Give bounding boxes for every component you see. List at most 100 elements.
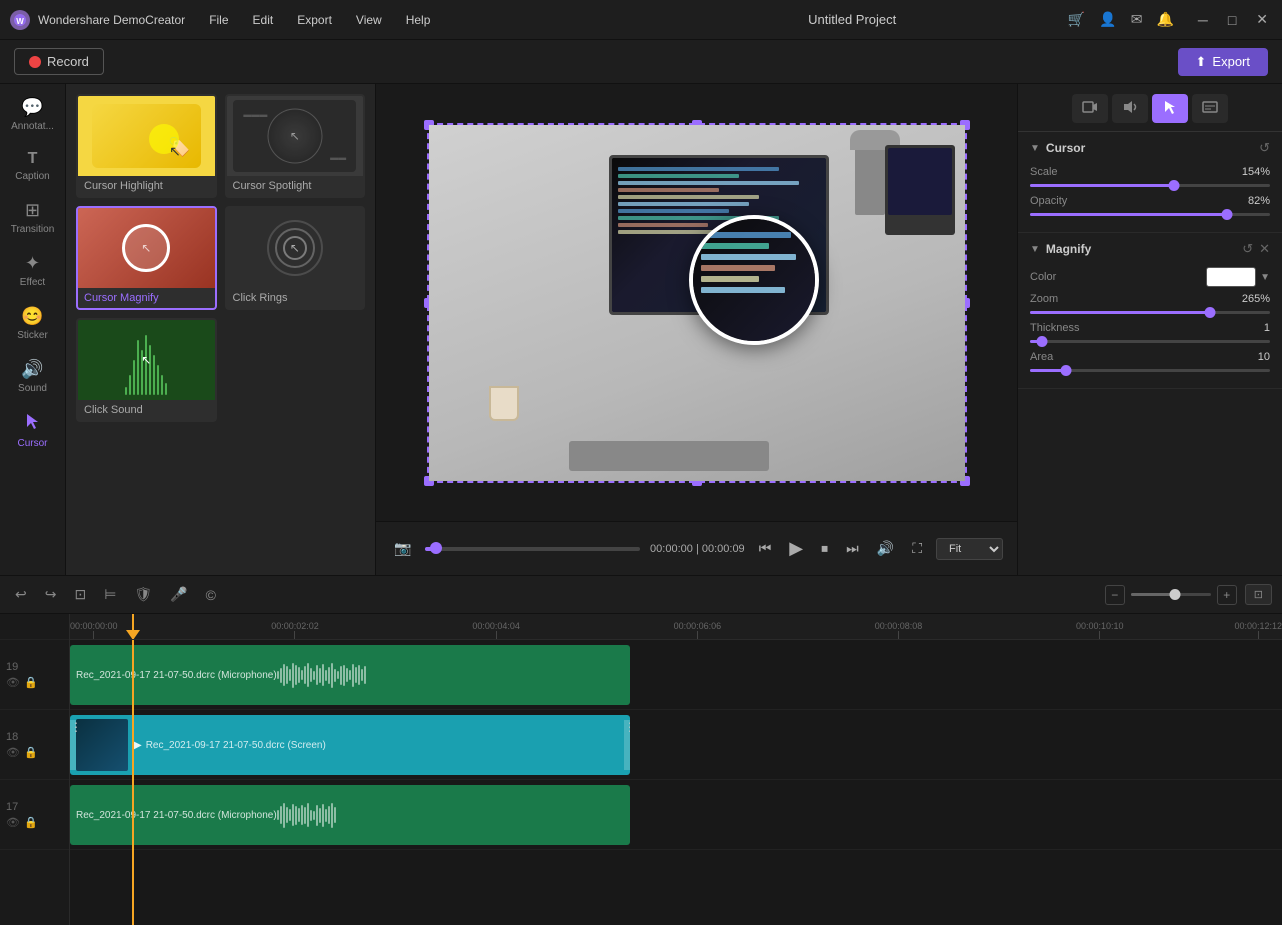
sidebar-item-effect[interactable]: ✦ Effect: [0, 245, 65, 296]
zoom-in-button[interactable]: +: [1217, 585, 1237, 605]
preview-controls: 📷 00:00:00 | 00:00:09 ⏮ ▶ ⏹ ⏭ 🔊 ⛶ Fit 50…: [376, 521, 1017, 575]
progress-handle[interactable]: [430, 542, 442, 554]
crop-button[interactable]: ⊡: [69, 583, 91, 606]
effect-click-sound[interactable]: ↖ Click Sound: [76, 318, 217, 422]
sidebar-item-caption[interactable]: T Caption: [0, 142, 65, 190]
rp-tab-caption[interactable]: [1192, 94, 1228, 123]
track-eye-icon-19[interactable]: 👁: [6, 676, 20, 689]
zoom-out-button[interactable]: −: [1105, 585, 1125, 605]
scale-thumb[interactable]: [1169, 180, 1180, 191]
thickness-thumb[interactable]: [1037, 336, 1048, 347]
magnify-reset-icon[interactable]: ↺: [1242, 241, 1253, 257]
sidebar-item-sound[interactable]: 🔊 Sound: [0, 351, 65, 402]
clip-video-18[interactable]: ⋮ ▶ Rec_2021-09-17 21-07-50.dcrc (Screen…: [70, 715, 630, 775]
cursor-title: Cursor: [1046, 141, 1085, 155]
opacity-slider[interactable]: [1030, 213, 1270, 216]
minimize-button[interactable]: ─: [1194, 10, 1212, 30]
rp-tab-audio[interactable]: [1112, 94, 1148, 123]
cursor-section-header: ▼ Cursor ↺: [1030, 140, 1270, 156]
cursor-magnify-thumb: ↖: [78, 208, 215, 288]
zoom-slider[interactable]: [1030, 311, 1270, 314]
split-button[interactable]: ⊨: [99, 583, 121, 606]
track-lock-icon-18[interactable]: 🔒: [24, 746, 38, 759]
clip-audio-17-label: Rec_2021-09-17 21-07-50.dcrc (Microphone…: [76, 810, 277, 821]
annotate-icon: 💬: [21, 97, 43, 118]
rp-tab-video[interactable]: [1072, 94, 1108, 123]
effects-grid: 🏷️ ↖ Cursor Highlight ↖: [76, 94, 365, 422]
thickness-label: Thickness: [1030, 322, 1080, 334]
track-label-18: 18 👁 🔒: [0, 710, 69, 780]
menu-view[interactable]: View: [352, 11, 386, 29]
shield-button[interactable]: 🛡: [129, 583, 157, 606]
cursor-collapse-arrow[interactable]: ▼: [1030, 143, 1040, 154]
track-lock-icon-19[interactable]: 🔒: [24, 676, 38, 689]
menu-edit[interactable]: Edit: [249, 11, 278, 29]
export-button[interactable]: ⬆ Export: [1178, 48, 1268, 76]
volume-button[interactable]: 🔊: [873, 536, 898, 561]
skip-forward-button[interactable]: ⏭: [842, 536, 863, 561]
color-dropdown-arrow[interactable]: ▼: [1260, 272, 1270, 283]
menu-export[interactable]: Export: [293, 11, 336, 29]
zoom-label: Zoom: [1030, 293, 1058, 305]
zoom-thumb[interactable]: [1205, 307, 1216, 318]
clip-audio-17[interactable]: Rec_2021-09-17 21-07-50.dcrc (Microphone…: [70, 785, 630, 845]
record-button[interactable]: Record: [14, 48, 104, 75]
sidebar-item-transition[interactable]: ⊞ Transition: [0, 192, 65, 243]
click-sound-thumb: ↖: [78, 320, 215, 400]
cursor-reset-icon[interactable]: ↺: [1259, 140, 1270, 156]
color-label: Color: [1030, 271, 1056, 283]
opacity-fill: [1030, 213, 1227, 216]
redo-button[interactable]: ↪: [40, 583, 62, 606]
effect-cursor-spotlight[interactable]: ↖ ▬▬▬ ▬▬ Cursor Spotlight: [225, 94, 366, 198]
menu-help[interactable]: Help: [402, 11, 435, 29]
scale-slider[interactable]: [1030, 184, 1270, 187]
screenshot-button[interactable]: 📷: [390, 536, 415, 561]
effect-click-rings[interactable]: ↖ Click Rings: [225, 206, 366, 310]
account-icon[interactable]: 👤: [1099, 11, 1116, 28]
effect-cursor-magnify[interactable]: ↖ Cursor Magnify: [76, 206, 217, 310]
opacity-thumb[interactable]: [1221, 209, 1232, 220]
svg-text:W: W: [16, 17, 24, 26]
thickness-slider[interactable]: [1030, 340, 1270, 343]
progress-bar[interactable]: [425, 547, 640, 551]
clip-resize-left-18[interactable]: ⋮: [70, 720, 76, 770]
track-eye-icon-17[interactable]: 👁: [6, 816, 20, 829]
clip-resize-right-18[interactable]: ⋮: [624, 720, 630, 770]
track-19: Rec_2021-09-17 21-07-50.dcrc (Microphone…: [70, 640, 1282, 710]
sidebar-item-cursor[interactable]: Cursor: [0, 404, 65, 457]
maximize-button[interactable]: □: [1224, 10, 1240, 30]
undo-button[interactable]: ↩: [10, 583, 32, 606]
copyright-button[interactable]: ©: [201, 584, 221, 606]
cart-icon[interactable]: 🛒: [1068, 11, 1085, 28]
fullscreen-button[interactable]: ⛶: [908, 536, 926, 561]
close-button[interactable]: ✕: [1252, 9, 1272, 30]
play-button[interactable]: ▶: [785, 534, 807, 563]
fit-select[interactable]: Fit 50% 100% 150%: [936, 538, 1003, 560]
sidebar-item-annotate[interactable]: 💬 Annotat...: [0, 89, 65, 140]
track-lock-icon-17[interactable]: 🔒: [24, 816, 38, 829]
skip-back-button[interactable]: ⏮: [755, 536, 776, 561]
mic-button[interactable]: 🎤: [165, 583, 192, 606]
cursor-section: ▼ Cursor ↺ Scale 154% Opacity 82%: [1018, 132, 1282, 233]
color-picker-trigger[interactable]: ▼: [1206, 267, 1270, 287]
magnify-close-icon[interactable]: ✕: [1259, 241, 1270, 257]
zoom-slider-track[interactable]: [1131, 593, 1211, 596]
stop-button[interactable]: ⏹: [817, 536, 832, 561]
timeline-body: 19 👁 🔒 18 👁 🔒 17 👁 🔒: [0, 614, 1282, 925]
rp-tab-cursor[interactable]: [1152, 94, 1188, 123]
clip-audio-19[interactable]: Rec_2021-09-17 21-07-50.dcrc (Microphone…: [70, 645, 630, 705]
sidebar-item-sticker[interactable]: 😊 Sticker: [0, 298, 65, 349]
fit-timeline-button[interactable]: ⊡: [1245, 584, 1272, 605]
mail-icon[interactable]: ✉: [1131, 11, 1143, 28]
track-eye-icon-18[interactable]: 👁: [6, 746, 20, 759]
zoom-slider-thumb[interactable]: [1169, 589, 1180, 600]
area-slider[interactable]: [1030, 369, 1270, 372]
bell-icon[interactable]: 🔔: [1156, 11, 1173, 28]
magnify-collapse-arrow[interactable]: ▼: [1030, 244, 1040, 255]
area-thumb[interactable]: [1061, 365, 1072, 376]
effect-cursor-highlight[interactable]: 🏷️ ↖ Cursor Highlight: [76, 94, 217, 198]
menu-file[interactable]: File: [205, 11, 232, 29]
opacity-row: Opacity 82%: [1030, 195, 1270, 207]
ruler-tick-6: [1258, 631, 1259, 639]
color-swatch[interactable]: [1206, 267, 1256, 287]
